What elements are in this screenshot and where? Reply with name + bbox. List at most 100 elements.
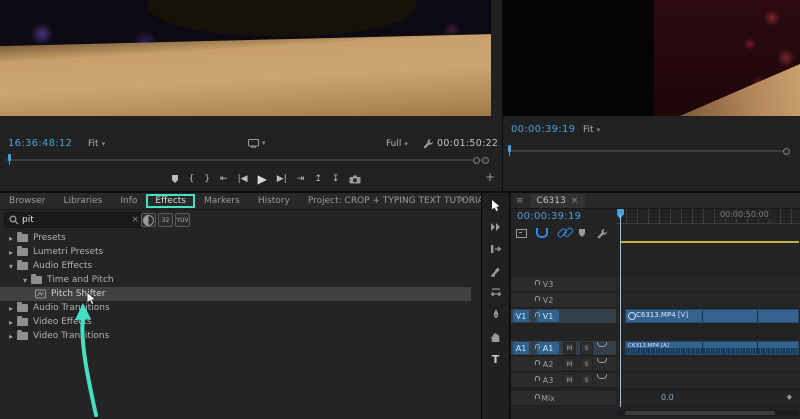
mark-in-button[interactable]: { — [189, 174, 195, 184]
audio-clip[interactable]: C6313.MP4 [A] — [625, 341, 799, 355]
solo-button[interactable]: S — [580, 357, 593, 371]
track-select-forward-tool[interactable] — [487, 220, 505, 234]
button-editor-plus[interactable]: + — [485, 171, 495, 183]
play-button[interactable]: ▶ — [258, 173, 267, 185]
extract-button[interactable]: ↧ — [332, 174, 340, 184]
pen-tool[interactable] — [487, 308, 505, 322]
tree-item-audio-transitions[interactable]: ▸ Audio Transitions — [0, 301, 471, 315]
accelerated-effects-badge-icon[interactable] — [141, 213, 156, 227]
program-current-timecode[interactable]: 00:00:39:19 — [511, 124, 575, 135]
source-patch[interactable] — [513, 358, 529, 370]
keyframe-nav-icon[interactable]: ◆ — [787, 393, 792, 401]
go-to-out-button[interactable]: ⇥ — [297, 174, 305, 184]
chevron-right-icon[interactable]: ▸ — [6, 234, 16, 243]
scrubber-track[interactable] — [509, 150, 786, 152]
timeline-ruler[interactable]: 00:00:50:00 — [616, 209, 799, 224]
timeline-current-timecode[interactable]: 00:00:39:19 — [517, 211, 581, 222]
chevron-down-icon[interactable]: ▾ — [6, 262, 16, 271]
mute-button[interactable]: M — [563, 373, 576, 387]
track-content-a3[interactable] — [617, 373, 800, 389]
clear-search-icon[interactable]: × — [131, 215, 139, 225]
tab-history[interactable]: History — [249, 194, 299, 208]
settings-wrench-icon[interactable] — [422, 138, 433, 152]
tree-item-video-transitions[interactable]: ▸ Video Transitions — [0, 329, 471, 343]
mute-button[interactable]: M — [563, 357, 576, 371]
go-to-in-button[interactable]: ⇤ — [220, 174, 228, 184]
track-name-v2[interactable]: V2 — [537, 294, 559, 306]
track-content-v2[interactable] — [617, 293, 800, 309]
tree-item-video-effects[interactable]: ▸ Video Effects — [0, 315, 471, 329]
tab-info[interactable]: Info — [111, 194, 146, 208]
tree-item-audio-effects[interactable]: ▾ Audio Effects — [0, 259, 471, 273]
nest-toggle-icon[interactable] — [515, 227, 528, 240]
tab-project[interactable]: Project: CROP + TYPING TEXT TUTORIAL — [299, 194, 481, 208]
chevron-right-icon[interactable]: ▸ — [6, 332, 16, 341]
32bit-effects-badge-icon[interactable]: 32 — [158, 213, 173, 227]
track-content-a1[interactable]: C6313.MP4 [A] — [617, 341, 800, 357]
source-scrubber[interactable] — [0, 153, 502, 166]
tab-markers[interactable]: Markers — [195, 194, 249, 208]
step-back-button[interactable]: |◀ — [238, 174, 248, 184]
snap-magnet-icon[interactable] — [535, 227, 548, 240]
scrubber-track[interactable] — [6, 159, 488, 161]
source-patch-a1[interactable]: A1 — [513, 342, 529, 354]
ripple-edit-tool[interactable] — [487, 242, 505, 256]
timeline-horizontal-scrollbar[interactable] — [617, 410, 798, 416]
step-forward-button[interactable]: ▶| — [277, 174, 287, 184]
solo-button[interactable]: S — [580, 373, 593, 387]
tree-item-presets[interactable]: ▸ Presets — [0, 231, 471, 245]
timeline-settings-wrench-icon[interactable] — [595, 227, 608, 240]
search-box[interactable]: × — [4, 212, 144, 228]
program-zoom-dropdown[interactable]: Fit ▾ — [583, 125, 600, 135]
chevron-right-icon[interactable]: ▸ — [6, 318, 16, 327]
playback-resolution-dropdown[interactable]: Full ▾ — [386, 139, 408, 149]
sequence-tab[interactable]: C6313 × — [529, 193, 586, 208]
output-settings-dropdown[interactable]: ▾ — [248, 139, 266, 148]
track-name-a3[interactable]: A3 — [537, 374, 559, 386]
track-content-mix[interactable] — [617, 391, 800, 407]
add-marker-button[interactable] — [171, 174, 179, 184]
zoom-handle-icon[interactable] — [482, 157, 489, 164]
chevron-right-icon[interactable]: ▸ — [6, 304, 16, 313]
tree-item-pitch-shifter[interactable]: Pitch Shifter — [0, 287, 471, 301]
selection-tool[interactable] — [487, 198, 505, 212]
scrollbar-thumb[interactable] — [625, 411, 775, 415]
source-zoom-dropdown[interactable]: Fit ▾ — [88, 139, 105, 149]
tree-item-lumetri-presets[interactable]: ▸ Lumetri Presets — [0, 245, 471, 259]
track-name-v3[interactable]: V3 — [537, 278, 559, 290]
export-frame-button[interactable] — [349, 175, 361, 184]
slip-tool[interactable] — [487, 286, 505, 300]
solo-button[interactable]: S — [580, 341, 593, 355]
chevron-right-icon[interactable]: ▸ — [6, 248, 16, 257]
track-content-v3[interactable] — [617, 277, 800, 293]
video-clip[interactable]: C6313.MP4 [V] — [625, 309, 799, 323]
source-patch-v1[interactable]: V1 — [513, 310, 529, 322]
mark-out-button[interactable]: } — [204, 174, 210, 184]
hand-tool[interactable] — [487, 330, 505, 344]
tab-effects[interactable]: Effects — [146, 194, 195, 208]
program-playhead[interactable] — [506, 145, 513, 156]
track-name-a2[interactable]: A2 — [537, 358, 559, 370]
panel-menu-icon[interactable]: ≡ — [516, 196, 524, 206]
add-marker-icon[interactable] — [575, 227, 588, 240]
timeline-playhead[interactable] — [617, 209, 624, 407]
type-tool[interactable]: T — [487, 352, 505, 366]
source-patch[interactable] — [513, 278, 529, 290]
search-input[interactable] — [22, 215, 129, 225]
linked-selection-icon[interactable] — [555, 227, 568, 240]
source-playhead[interactable] — [6, 154, 13, 165]
track-name-mix[interactable]: Mix — [537, 392, 559, 404]
tab-browser[interactable]: Browser — [0, 194, 54, 208]
zoom-handle-icon[interactable] — [783, 148, 790, 155]
razor-tool[interactable] — [487, 264, 505, 278]
voiceover-mic-icon[interactable] — [597, 371, 603, 390]
source-patch[interactable] — [513, 294, 529, 306]
tree-item-time-and-pitch[interactable]: ▾ Time and Pitch — [0, 273, 471, 287]
source-current-timecode[interactable]: 16:36:48:12 — [8, 138, 72, 149]
track-content-v1[interactable]: C6313.MP4 [V] — [617, 309, 800, 325]
source-duration-timecode[interactable]: 00:01:50:22 — [437, 138, 498, 149]
lift-button[interactable]: ↥ — [314, 174, 322, 184]
track-name-v1[interactable]: V1 — [537, 310, 559, 322]
close-icon[interactable]: × — [571, 196, 579, 206]
source-patch[interactable] — [513, 374, 529, 386]
